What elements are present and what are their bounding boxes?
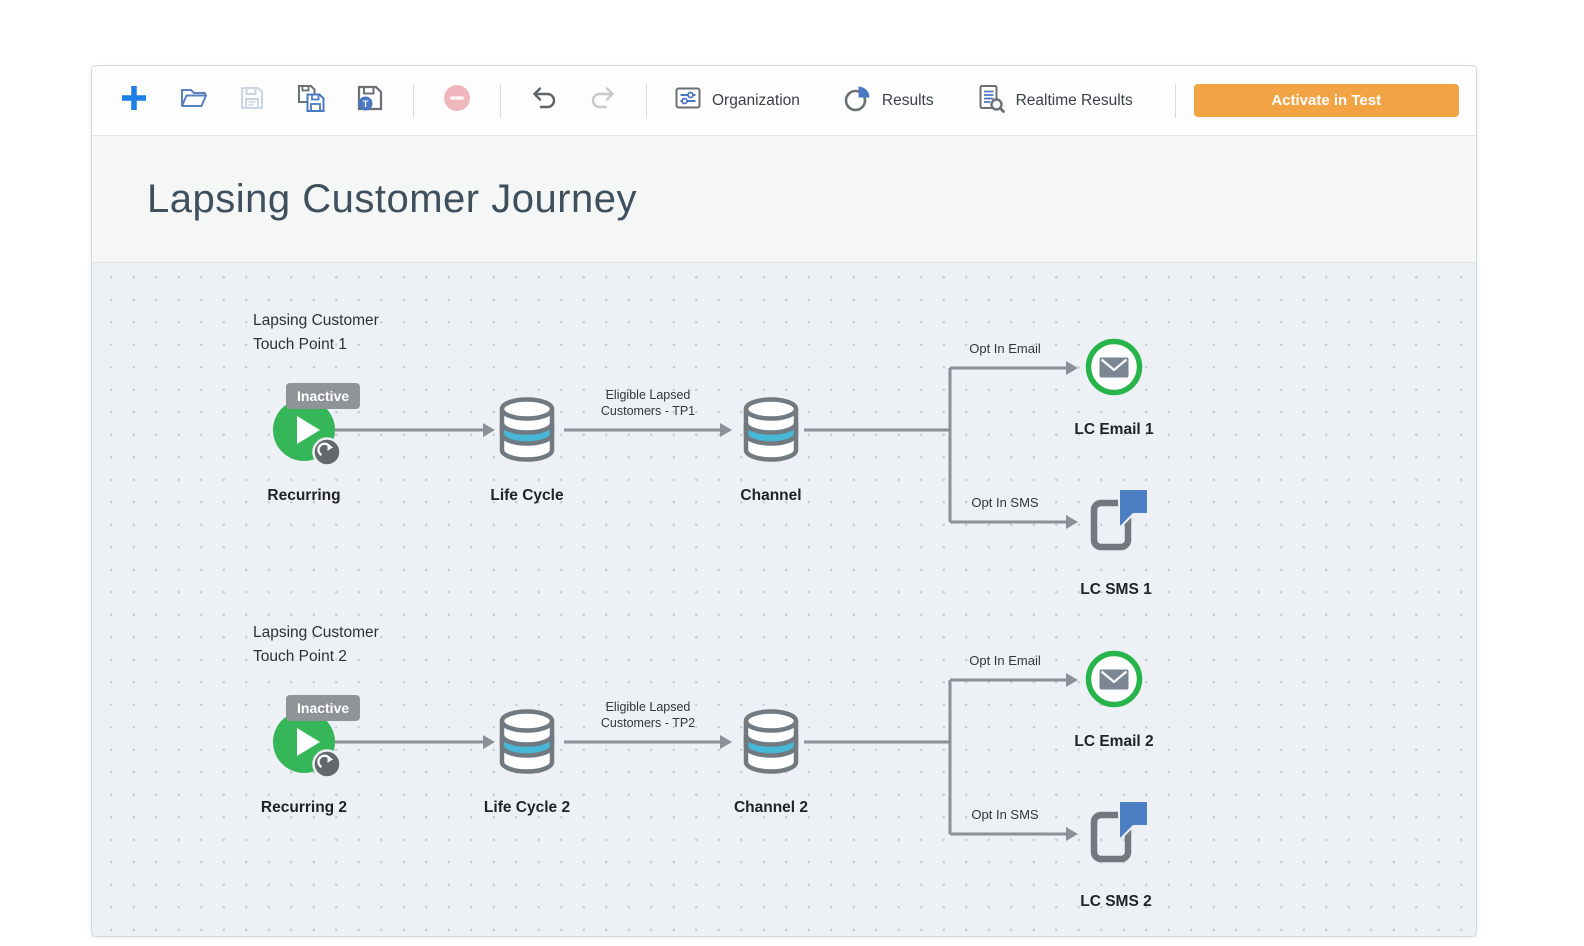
sms-campaign-node[interactable] xyxy=(1086,487,1152,553)
channel-node[interactable] xyxy=(739,708,803,776)
page-title: Lapsing Customer Journey xyxy=(147,177,637,222)
save-as-template-button[interactable]: T xyxy=(354,85,386,117)
journey-row-1: Lapsing Customer Touch Point 1 Inactive … xyxy=(92,309,1477,641)
document-search-icon xyxy=(976,83,1006,118)
journey-builder-window: T xyxy=(91,65,1477,937)
activate-in-test-button[interactable]: Activate in Test xyxy=(1194,84,1459,117)
title-bar: Lapsing Customer Journey xyxy=(92,136,1476,263)
touchpoint-annotation: Lapsing Customer Touch Point 1 xyxy=(253,309,443,357)
sms-node-label: LC SMS 2 xyxy=(1036,893,1196,911)
lifecycle-node-label: Life Cycle xyxy=(447,487,607,505)
journey-canvas[interactable]: Lapsing Customer Touch Point 1 Inactive … xyxy=(92,263,1476,936)
organization-icon xyxy=(674,84,702,117)
recurring-badge xyxy=(314,439,341,466)
channel-node[interactable] xyxy=(739,396,803,464)
journey-row-2: Lapsing Customer Touch Point 2 Inactive … xyxy=(92,621,1477,937)
sms-node-label: LC SMS 1 xyxy=(1036,581,1196,599)
results-button[interactable]: Results xyxy=(842,83,934,118)
save-as-copy-button[interactable] xyxy=(295,85,327,117)
folder-open-icon xyxy=(178,83,208,118)
minus-circle-icon xyxy=(442,83,472,118)
status-badge: Inactive xyxy=(286,695,360,721)
lifecycle-node[interactable] xyxy=(495,708,559,776)
opt-in-sms-edge-label: Opt In SMS xyxy=(935,807,1075,822)
toolbar-divider xyxy=(413,84,414,118)
toolbar: T xyxy=(92,66,1476,136)
email-node-label: LC Email 1 xyxy=(1034,421,1194,439)
save-template-icon: T xyxy=(355,83,385,118)
pie-chart-icon xyxy=(842,83,872,118)
lifecycle-node[interactable] xyxy=(495,396,559,464)
realtime-results-label: Realtime Results xyxy=(1016,92,1133,110)
plus-icon xyxy=(119,83,149,118)
activate-menu-button[interactable] xyxy=(1475,85,1477,116)
edge-label: Eligible Lapsed Customers - TP1 xyxy=(568,387,728,419)
svg-text:T: T xyxy=(363,99,369,110)
redo-icon xyxy=(588,83,618,118)
chevron-down-icon xyxy=(1475,85,1477,116)
results-label: Results xyxy=(882,92,934,110)
lifecycle-node-label: Life Cycle 2 xyxy=(447,799,607,817)
sms-campaign-node[interactable] xyxy=(1086,799,1152,865)
undo-icon xyxy=(529,83,559,118)
connector-lines xyxy=(92,309,1477,641)
email-node-label: LC Email 2 xyxy=(1034,733,1194,751)
opt-in-email-edge-label: Opt In Email xyxy=(935,653,1075,668)
touchpoint-annotation: Lapsing Customer Touch Point 2 xyxy=(253,621,443,669)
open-button[interactable] xyxy=(177,85,209,117)
recurring-badge xyxy=(314,751,341,778)
recurring-node-label: Recurring xyxy=(224,487,384,505)
redo-button-disabled[interactable] xyxy=(587,85,619,117)
organization-label: Organization xyxy=(712,92,800,110)
save-button-disabled[interactable] xyxy=(236,85,268,117)
save-copy-icon xyxy=(296,83,326,118)
email-campaign-node[interactable] xyxy=(1085,650,1143,708)
undo-button[interactable] xyxy=(528,85,560,117)
recurring-node-label: Recurring 2 xyxy=(224,799,384,817)
channel-node-label: Channel 2 xyxy=(691,799,851,817)
toolbar-divider xyxy=(1175,84,1176,118)
channel-node-label: Channel xyxy=(691,487,851,505)
toolbar-divider xyxy=(646,84,647,118)
opt-in-sms-edge-label: Opt In SMS xyxy=(935,495,1075,510)
email-campaign-node[interactable] xyxy=(1085,338,1143,396)
edge-label: Eligible Lapsed Customers - TP2 xyxy=(568,699,728,731)
delete-button-disabled[interactable] xyxy=(441,85,473,117)
toolbar-divider xyxy=(500,84,501,118)
save-icon xyxy=(237,83,267,118)
opt-in-email-edge-label: Opt In Email xyxy=(935,341,1075,356)
realtime-results-button[interactable]: Realtime Results xyxy=(976,83,1133,118)
organization-button[interactable]: Organization xyxy=(674,84,800,117)
new-button[interactable] xyxy=(118,85,150,117)
status-badge: Inactive xyxy=(286,383,360,409)
